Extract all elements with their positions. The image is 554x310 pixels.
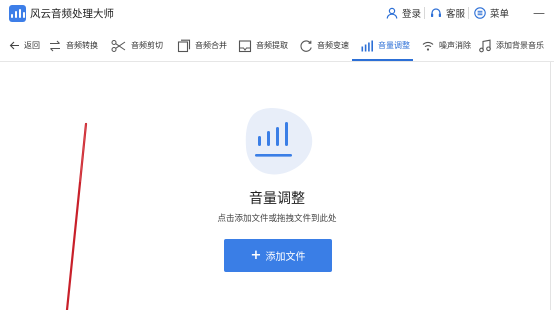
tab-label: 音量调整 [378,41,410,50]
app-title: 风云音频处理大师 [30,8,114,20]
tab-label: 噪声消除 [439,41,471,50]
title-bar: 风云音频处理大师 登录 客服 菜单 — [0,0,554,26]
menu-button[interactable]: 菜单 [474,5,509,21]
arrow-left-icon [9,41,19,50]
tab-audio-extract[interactable]: 音频提取 [238,31,288,60]
headset-icon [431,8,441,17]
section-title: 音量调整 [249,191,305,207]
volume-bars-icon [361,40,373,51]
tab-label: 音频剪切 [131,41,163,50]
user-icon [386,7,398,19]
tab-add-background-music[interactable]: 添加背景音乐 [478,31,544,60]
merge-icon [177,39,191,52]
login-label: 登录 [402,9,422,20]
tab-label: 音频变速 [317,41,349,50]
tab-label: 音频提取 [256,41,288,50]
menu-label: 菜单 [490,9,510,20]
drop-zone[interactable]: 音量调整 点击添加文件或拖拽文件到此处 + 添加文件 [0,62,554,310]
music-note-icon [479,39,491,52]
tab-label: 音频合并 [195,41,227,50]
title-divider [468,7,469,19]
tab-audio-convert[interactable]: 音频转换 [48,31,98,60]
tab-audio-cut[interactable]: 音频剪切 [111,31,163,60]
add-file-button[interactable]: + 添加文件 [224,239,332,272]
app-logo-icon [9,5,26,22]
back-label: 返回 [24,41,40,50]
plus-icon: + [250,248,262,263]
tab-audio-merge[interactable]: 音频合并 [177,31,227,60]
convert-icon [50,40,60,51]
customer-service-label: 客服 [446,9,466,20]
scissors-icon [111,39,126,52]
speed-icon [300,39,312,52]
noise-icon [422,41,434,51]
add-file-label: 添加文件 [265,252,306,263]
minimize-button[interactable]: — [530,6,548,20]
menu-icon [474,7,486,19]
tab-audio-speed[interactable]: 音频变速 [299,31,349,60]
title-divider [424,7,425,19]
extract-icon [238,39,252,52]
tab-label: 音频转换 [66,41,98,50]
customer-service-button[interactable]: 客服 [430,5,465,21]
drop-hint: 点击添加文件或拖拽文件到此处 [217,214,337,224]
volume-adjust-illustration-icon [245,107,313,175]
feature-toolbar: 返回 音频转换 音频剪切 音频合并 音频提取 音频变速 音量调整 噪声消除 添加… [0,31,554,63]
window-right-border [550,62,551,310]
tab-label: 添加背景音乐 [496,41,544,50]
back-button[interactable]: 返回 [9,31,40,60]
tab-volume-adjust[interactable]: 音量调整 [360,31,410,60]
app-window: 风云音频处理大师 登录 客服 菜单 — 返回 音频转换 音频剪切 音频合并 音频… [0,0,554,310]
login-button[interactable]: 登录 [386,5,421,21]
red-pen-streak [65,122,88,310]
tab-noise-removal[interactable]: 噪声消除 [421,31,471,60]
